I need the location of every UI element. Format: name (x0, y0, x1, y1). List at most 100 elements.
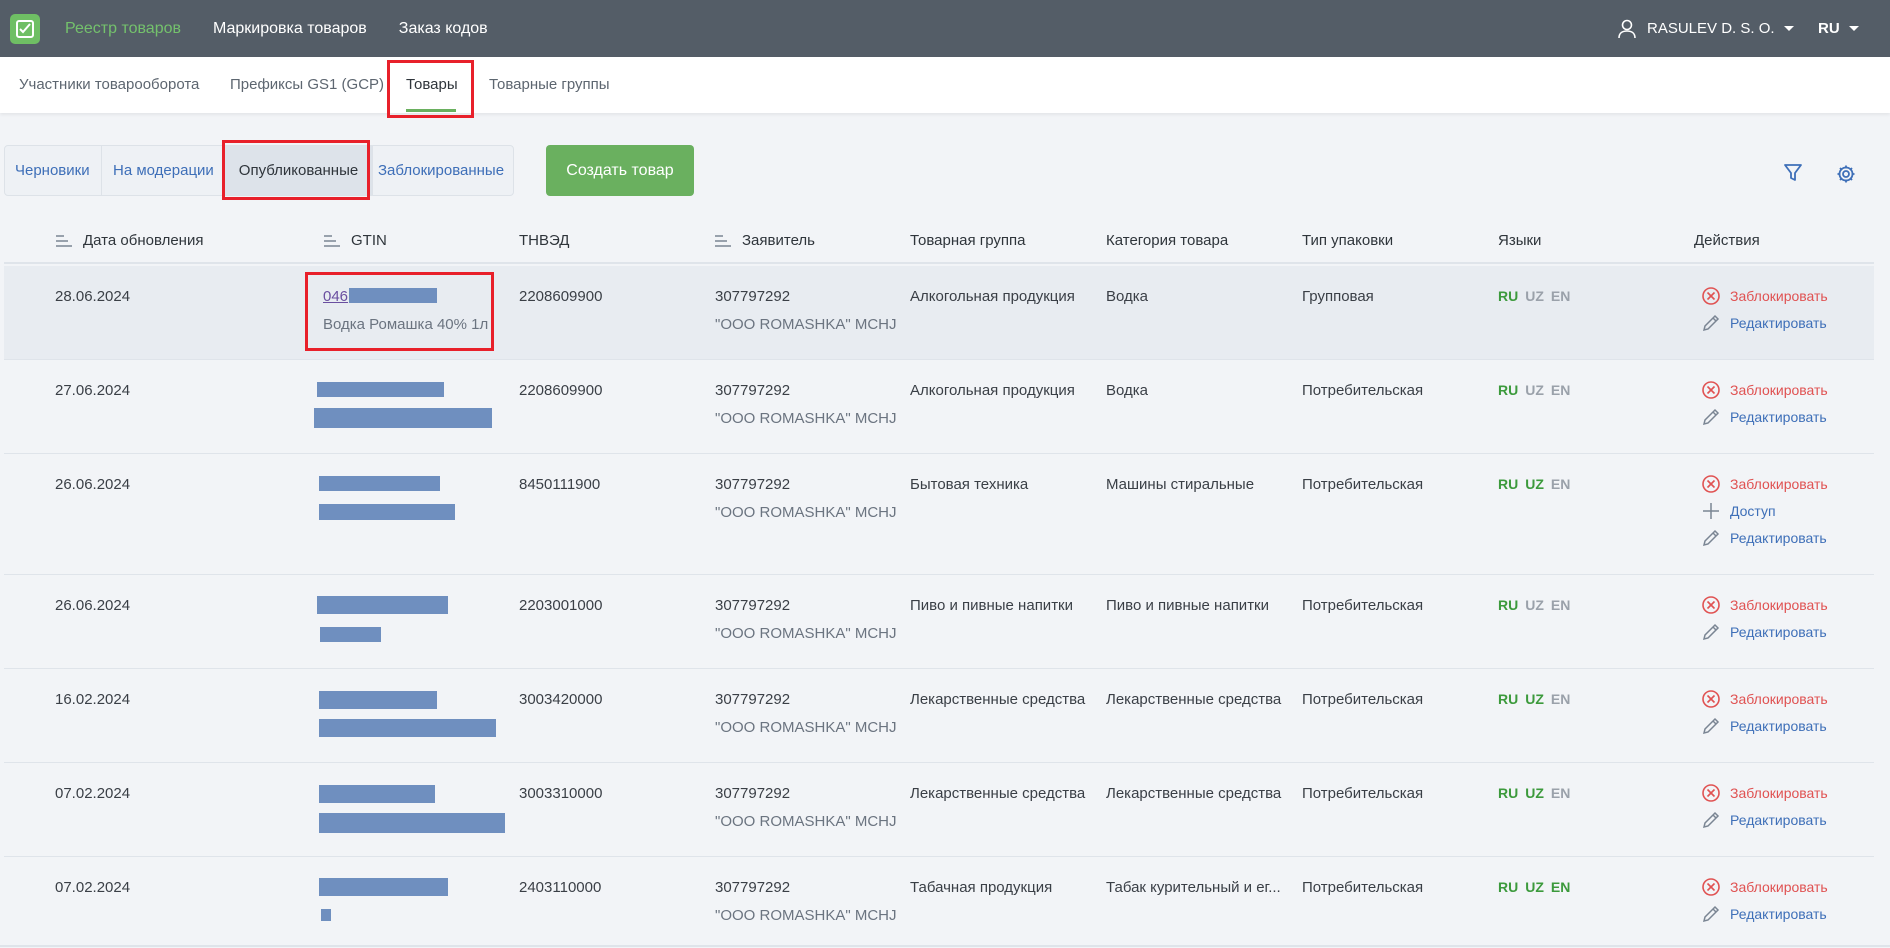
lang-ru: RU (1498, 691, 1519, 707)
tab-participants[interactable]: Участники товарооборота (19, 76, 199, 93)
filter-icon[interactable] (1783, 163, 1803, 188)
chevron-down-icon (1783, 26, 1794, 31)
plus-icon (1703, 503, 1719, 519)
lang-ru: RU (1498, 288, 1519, 304)
edit-action[interactable]: Редактировать (1701, 810, 1827, 830)
lang-ru: RU (1498, 879, 1519, 895)
col-updated-date[interactable]: Дата обновления (83, 232, 203, 249)
gear-icon[interactable] (1836, 164, 1856, 189)
edit-action[interactable]: Редактировать (1701, 716, 1827, 736)
access-action[interactable]: Доступ (1701, 501, 1776, 521)
product-group: Бытовая техника (910, 476, 1029, 493)
redacted-product-name (319, 504, 455, 520)
updated-date: 28.06.2024 (55, 288, 131, 305)
product-category: Водка (1106, 288, 1149, 305)
col-product-group: Товарная группа (910, 232, 1026, 249)
edit-action[interactable]: Редактировать (1701, 528, 1827, 548)
user-icon (1618, 19, 1636, 38)
applicant-inn: 307797292 (715, 476, 791, 493)
edit-action[interactable]: Редактировать (1701, 407, 1827, 427)
languages: RU UZ EN (1498, 382, 1577, 398)
lang-en: EN (1550, 476, 1571, 492)
updated-date: 26.06.2024 (55, 597, 131, 614)
redacted-product-name (320, 627, 381, 642)
package-type: Потребительская (1302, 597, 1424, 614)
sort-icon[interactable] (324, 234, 340, 248)
lang-ru: RU (1498, 785, 1519, 801)
status-moderation[interactable]: На модерации (113, 146, 214, 195)
pencil-icon (1702, 717, 1720, 735)
languages: RU UZ EN (1498, 879, 1577, 895)
block-action[interactable]: Заблокировать (1701, 689, 1828, 709)
applicant-name: "OOO ROMASHKA" MCHJ (715, 410, 897, 427)
lang-ru: RU (1498, 597, 1519, 613)
tnved-code: 3003420000 (519, 691, 603, 708)
table-row: 07.02.2024 2403110000 307797292 "OOO ROM… (4, 857, 1874, 945)
block-label: Заблокировать (1730, 476, 1828, 492)
block-action[interactable]: Заблокировать (1701, 877, 1828, 897)
redacted-gtin (317, 596, 448, 614)
block-action[interactable]: Заблокировать (1701, 783, 1828, 803)
nav-code-order[interactable]: Заказ кодов (399, 20, 488, 38)
updated-date: 26.06.2024 (55, 476, 131, 493)
gtin-link[interactable]: 046 (323, 288, 348, 305)
app-logo[interactable] (10, 14, 40, 44)
product-category: Лекарственные средства (1106, 691, 1282, 708)
updated-date: 07.02.2024 (55, 879, 131, 896)
nav-product-marking[interactable]: Маркировка товаров (213, 20, 367, 38)
block-action[interactable]: Заблокировать (1701, 595, 1828, 615)
applicant-name: "OOO ROMASHKA" MCHJ (715, 625, 897, 642)
language-menu[interactable]: RU (1818, 0, 1859, 57)
table-row: 26.06.2024 2203001000 307797292 "OOO ROM… (4, 575, 1874, 669)
redacted-product-name (319, 719, 496, 737)
table-row: 28.06.2024 046 Водка Ромашка 40% 1л 2208… (4, 266, 1874, 360)
redacted-product-name (321, 909, 331, 921)
languages: RU UZ EN (1498, 597, 1577, 613)
block-label: Заблокировать (1730, 879, 1828, 895)
col-gtin[interactable]: GTIN (351, 232, 387, 249)
lang-uz: UZ (1525, 288, 1544, 304)
product-group: Лекарственные средства (910, 785, 1086, 802)
pencil-icon (1702, 529, 1720, 547)
lang-uz: UZ (1525, 691, 1544, 707)
sort-icon[interactable] (715, 234, 731, 248)
close-circle-icon (1702, 690, 1720, 708)
block-label: Заблокировать (1730, 382, 1828, 398)
updated-date: 07.02.2024 (55, 785, 131, 802)
applicant-inn: 307797292 (715, 785, 791, 802)
lang-en: EN (1550, 382, 1571, 398)
applicant-name: "OOO ROMASHKA" MCHJ (715, 907, 897, 924)
divider (372, 146, 373, 195)
edit-action[interactable]: Редактировать (1701, 622, 1827, 642)
close-circle-icon (1702, 287, 1720, 305)
lang-ru: RU (1498, 382, 1519, 398)
tab-gs1-prefixes[interactable]: Префиксы GS1 (GCP) (230, 76, 384, 93)
product-group: Пиво и пивные напитки (910, 597, 1074, 614)
block-action[interactable]: Заблокировать (1701, 380, 1828, 400)
edit-action[interactable]: Редактировать (1701, 904, 1827, 924)
package-type: Потребительская (1302, 382, 1424, 399)
package-type: Потребительская (1302, 691, 1424, 708)
create-product-button[interactable]: Создать товар (546, 145, 694, 196)
divider (101, 146, 102, 195)
status-blocked[interactable]: Заблокированные (378, 146, 504, 195)
block-label: Заблокировать (1730, 691, 1828, 707)
tab-products[interactable]: Товары (406, 76, 458, 93)
block-action[interactable]: Заблокировать (1701, 286, 1828, 306)
redacted-product-name (314, 408, 492, 428)
pencil-icon (1702, 623, 1720, 641)
block-action[interactable]: Заблокировать (1701, 474, 1828, 494)
status-drafts[interactable]: Черновики (15, 146, 90, 195)
user-menu[interactable]: RASULEV D. S. O. (1617, 0, 1794, 57)
sort-icon[interactable] (56, 234, 72, 248)
col-applicant[interactable]: Заявитель (742, 232, 815, 249)
edit-label: Редактировать (1730, 906, 1827, 922)
edit-label: Редактировать (1730, 530, 1827, 546)
redacted-gtin (319, 691, 437, 709)
status-published[interactable]: Опубликованные (225, 146, 372, 195)
close-circle-icon (1702, 381, 1720, 399)
table-bottom-border (0, 945, 1890, 947)
tab-product-groups[interactable]: Товарные группы (489, 76, 610, 93)
nav-product-registry[interactable]: Реестр товаров (65, 20, 181, 38)
edit-action[interactable]: Редактировать (1701, 313, 1827, 333)
